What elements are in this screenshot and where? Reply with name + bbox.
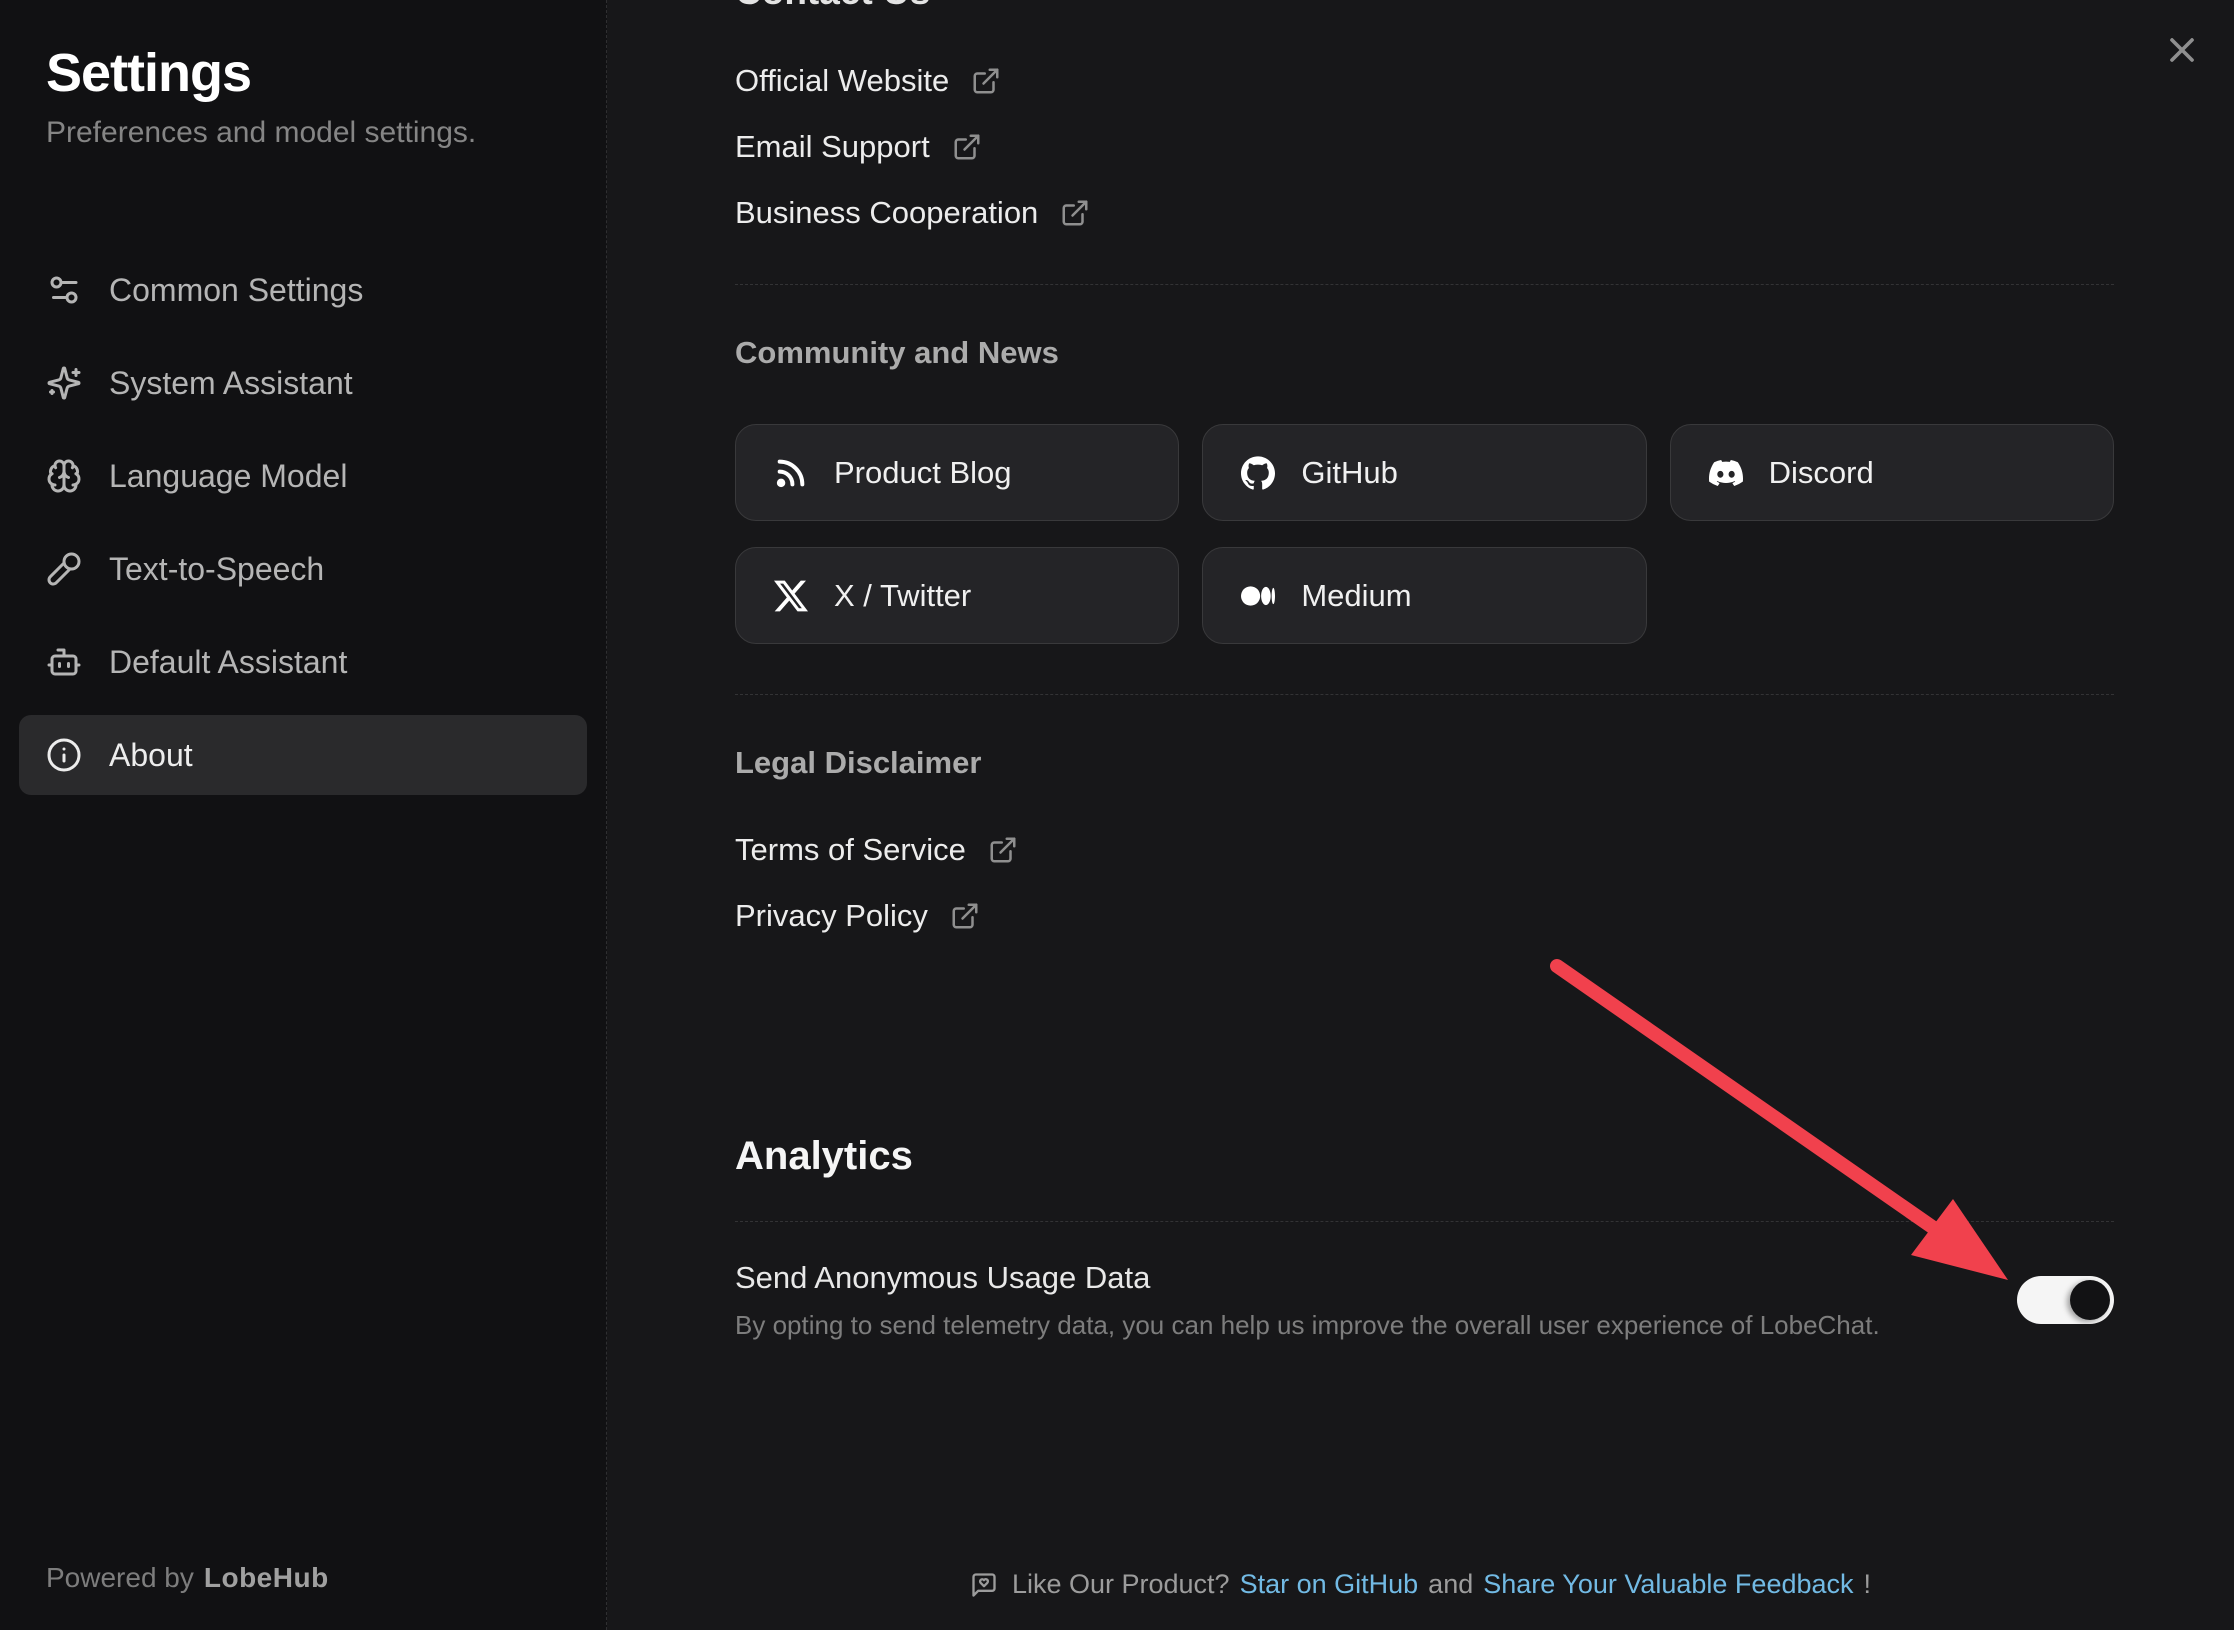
sidebar-item-about[interactable]: About bbox=[19, 715, 587, 795]
button-label: GitHub bbox=[1301, 455, 1397, 491]
discord-icon bbox=[1708, 455, 1744, 491]
star-on-github-link[interactable]: Star on GitHub bbox=[1240, 1569, 1419, 1600]
section-heading-legal: Legal Disclaimer bbox=[735, 743, 2114, 783]
sidebar-item-label: Text-to-Speech bbox=[109, 551, 324, 588]
sidebar-item-language-model[interactable]: Language Model bbox=[19, 436, 587, 516]
footer-text: Like Our Product? bbox=[1012, 1569, 1230, 1600]
lobehub-logo: LobeHub bbox=[204, 1562, 329, 1593]
usage-data-toggle[interactable] bbox=[2017, 1276, 2114, 1324]
external-link-icon bbox=[971, 66, 1001, 96]
button-label: Product Blog bbox=[834, 455, 1012, 491]
link-label: Email Support bbox=[735, 129, 930, 165]
medium-icon bbox=[1240, 578, 1276, 614]
settings-modal: Settings Preferences and model settings.… bbox=[0, 0, 2234, 1630]
link-label: Privacy Policy bbox=[735, 898, 928, 934]
x-icon bbox=[773, 578, 809, 614]
setting-text: Send Anonymous Usage Data By opting to s… bbox=[735, 1256, 1880, 1343]
community-buttons: Product Blog GitHub Discord X / Twitter … bbox=[735, 424, 2114, 644]
github-icon bbox=[1240, 455, 1276, 491]
close-icon bbox=[2162, 30, 2202, 70]
legal-links: Terms of Service Privacy Policy bbox=[735, 827, 2114, 939]
rss-icon bbox=[773, 455, 809, 491]
sidebar-item-text-to-speech[interactable]: Text-to-Speech bbox=[19, 529, 587, 609]
powered-by-text: Powered by bbox=[46, 1562, 194, 1593]
x-twitter-button[interactable]: X / Twitter bbox=[735, 547, 1179, 644]
sidebar-footer: Powered by LobeHub bbox=[46, 1562, 329, 1594]
info-icon bbox=[46, 737, 82, 773]
terms-of-service-link[interactable]: Terms of Service bbox=[735, 827, 1018, 873]
official-website-link[interactable]: Official Website bbox=[735, 58, 1001, 104]
contact-links: Official Website Email Support Business … bbox=[735, 58, 2114, 236]
footer-text: and bbox=[1428, 1569, 1473, 1600]
setting-label: Send Anonymous Usage Data bbox=[735, 1256, 1880, 1300]
panel-footer: Like Our Product? Star on GitHub and Sha… bbox=[607, 1569, 2234, 1600]
footer-text: ! bbox=[1864, 1569, 1872, 1600]
external-link-icon bbox=[952, 132, 982, 162]
product-blog-button[interactable]: Product Blog bbox=[735, 424, 1179, 521]
about-panel: Contact Us Official Website Email Suppor… bbox=[607, 0, 2234, 1630]
page-title: Settings bbox=[46, 40, 560, 106]
button-label: Discord bbox=[1769, 455, 1874, 491]
section-heading-analytics: Analytics bbox=[735, 1131, 2114, 1181]
setting-description: By opting to send telemetry data, you ca… bbox=[735, 1307, 1880, 1343]
sidebar-header: Settings Preferences and model settings. bbox=[19, 40, 587, 152]
business-cooperation-link[interactable]: Business Cooperation bbox=[735, 190, 1090, 236]
external-link-icon bbox=[1060, 198, 1090, 228]
page-subtitle: Preferences and model settings. bbox=[46, 114, 560, 152]
bot-icon bbox=[46, 644, 82, 680]
sidebar-item-label: Default Assistant bbox=[109, 644, 347, 681]
settings-sidebar: Settings Preferences and model settings.… bbox=[0, 0, 607, 1630]
share-feedback-link[interactable]: Share Your Valuable Feedback bbox=[1483, 1569, 1853, 1600]
button-label: Medium bbox=[1301, 578, 1411, 614]
analytics-setting-row: Send Anonymous Usage Data By opting to s… bbox=[735, 1256, 2114, 1343]
medium-button[interactable]: Medium bbox=[1202, 547, 1646, 644]
sidebar-item-default-assistant[interactable]: Default Assistant bbox=[19, 622, 587, 702]
link-label: Official Website bbox=[735, 63, 949, 99]
discord-button[interactable]: Discord bbox=[1670, 424, 2114, 521]
close-button[interactable] bbox=[2160, 28, 2204, 72]
section-divider bbox=[735, 1221, 2114, 1222]
privacy-policy-link[interactable]: Privacy Policy bbox=[735, 893, 980, 939]
sliders-icon bbox=[46, 272, 82, 308]
message-heart-icon bbox=[970, 1571, 998, 1599]
sidebar-item-label: Language Model bbox=[109, 458, 347, 495]
sidebar-item-label: System Assistant bbox=[109, 365, 353, 402]
sidebar-item-label: About bbox=[109, 737, 193, 774]
external-link-icon bbox=[988, 835, 1018, 865]
toggle-knob bbox=[2070, 1280, 2110, 1320]
section-divider bbox=[735, 694, 2114, 695]
github-button[interactable]: GitHub bbox=[1202, 424, 1646, 521]
sidebar-item-common-settings[interactable]: Common Settings bbox=[19, 250, 587, 330]
mic-icon bbox=[46, 551, 82, 587]
section-heading-contact: Contact Us bbox=[735, 0, 2114, 12]
section-heading-community: Community and News bbox=[735, 333, 2114, 373]
sidebar-item-system-assistant[interactable]: System Assistant bbox=[19, 343, 587, 423]
external-link-icon bbox=[950, 901, 980, 931]
settings-nav: Common Settings System Assistant Languag… bbox=[19, 250, 587, 808]
link-label: Terms of Service bbox=[735, 832, 966, 868]
button-label: X / Twitter bbox=[834, 578, 971, 614]
sparkles-icon bbox=[46, 365, 82, 401]
sidebar-item-label: Common Settings bbox=[109, 272, 363, 309]
brain-icon bbox=[46, 458, 82, 494]
section-divider bbox=[735, 284, 2114, 285]
link-label: Business Cooperation bbox=[735, 195, 1038, 231]
email-support-link[interactable]: Email Support bbox=[735, 124, 982, 170]
